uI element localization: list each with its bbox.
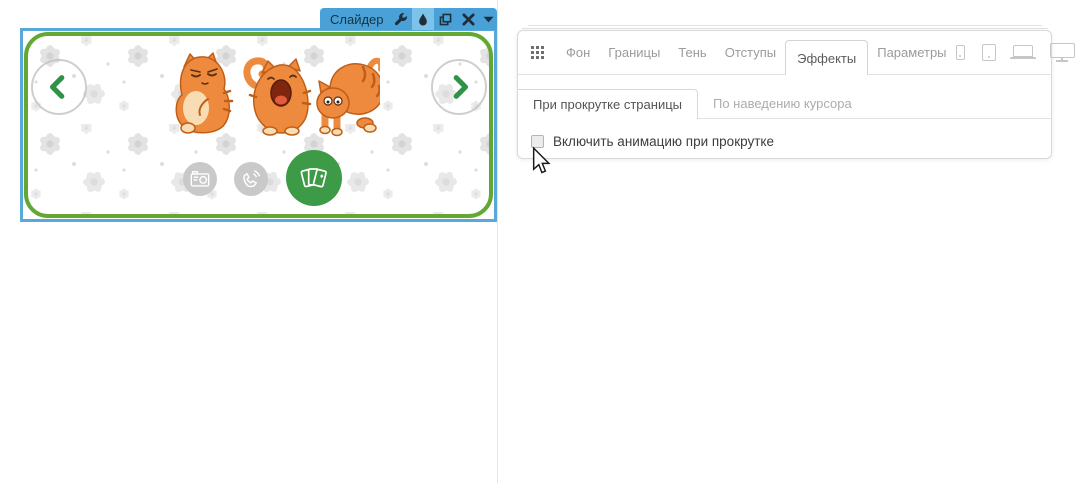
next-slide-button[interactable]	[431, 59, 487, 115]
cats-illustration	[168, 51, 380, 139]
grid-menu-icon[interactable]	[531, 46, 544, 59]
widget-toolbar: Слайдер	[320, 8, 497, 30]
tab-borders[interactable]: Границы	[599, 45, 669, 60]
desktop-icon[interactable]	[1050, 43, 1075, 58]
panel-tab-bar: Фон Границы Тень Отступы Эффекты Парамет…	[518, 31, 1051, 75]
droplet-icon[interactable]	[412, 8, 434, 30]
subtab-on-scroll[interactable]: При прокрутке страницы	[518, 89, 698, 119]
laptop-icon[interactable]	[1013, 45, 1033, 57]
animation-checkbox-row: Включить анимацию при прокрутке	[518, 134, 1051, 149]
smartphone-icon[interactable]	[956, 45, 965, 60]
caret-down-icon[interactable]	[479, 8, 497, 30]
tablet-icon[interactable]	[982, 44, 996, 61]
device-preview-switcher	[956, 43, 1079, 63]
animation-checkbox-label: Включить анимацию при прокрутке	[553, 134, 774, 149]
settings-panel: Фон Границы Тень Отступы Эффекты Парамет…	[517, 30, 1052, 159]
effects-subtab-bar: При прокрутке страницы По наведению курс…	[518, 89, 1051, 119]
panel-stack-line	[522, 28, 1048, 29]
slide-thumb-phone[interactable]	[234, 162, 268, 196]
cards-icon	[297, 161, 331, 195]
tab-background[interactable]: Фон	[557, 45, 599, 60]
slide-thumb-camera[interactable]	[183, 162, 217, 196]
subtab-on-hover[interactable]: По наведению курсора	[698, 89, 867, 118]
slider-widget[interactable]	[20, 28, 497, 222]
tab-effects[interactable]: Эффекты	[785, 40, 868, 75]
column-divider	[497, 0, 498, 483]
wrench-icon[interactable]	[390, 8, 412, 30]
close-icon[interactable]	[457, 8, 479, 30]
tab-parameters[interactable]: Параметры	[868, 45, 955, 60]
camera-icon	[189, 168, 211, 190]
slide-thumb-cards[interactable]	[286, 150, 342, 206]
editor-canvas: Слайдер	[0, 0, 1084, 483]
chevron-right-icon	[433, 59, 485, 115]
tab-shadow[interactable]: Тень	[669, 45, 715, 60]
animation-checkbox[interactable]	[531, 135, 544, 148]
panel-stack-line	[528, 25, 1042, 26]
duplicate-icon[interactable]	[434, 8, 456, 30]
tab-margins[interactable]: Отступы	[716, 45, 785, 60]
prev-slide-button[interactable]	[31, 59, 87, 115]
widget-title: Слайдер	[320, 12, 390, 27]
phone-icon	[240, 168, 262, 190]
chevron-left-icon	[33, 59, 85, 115]
